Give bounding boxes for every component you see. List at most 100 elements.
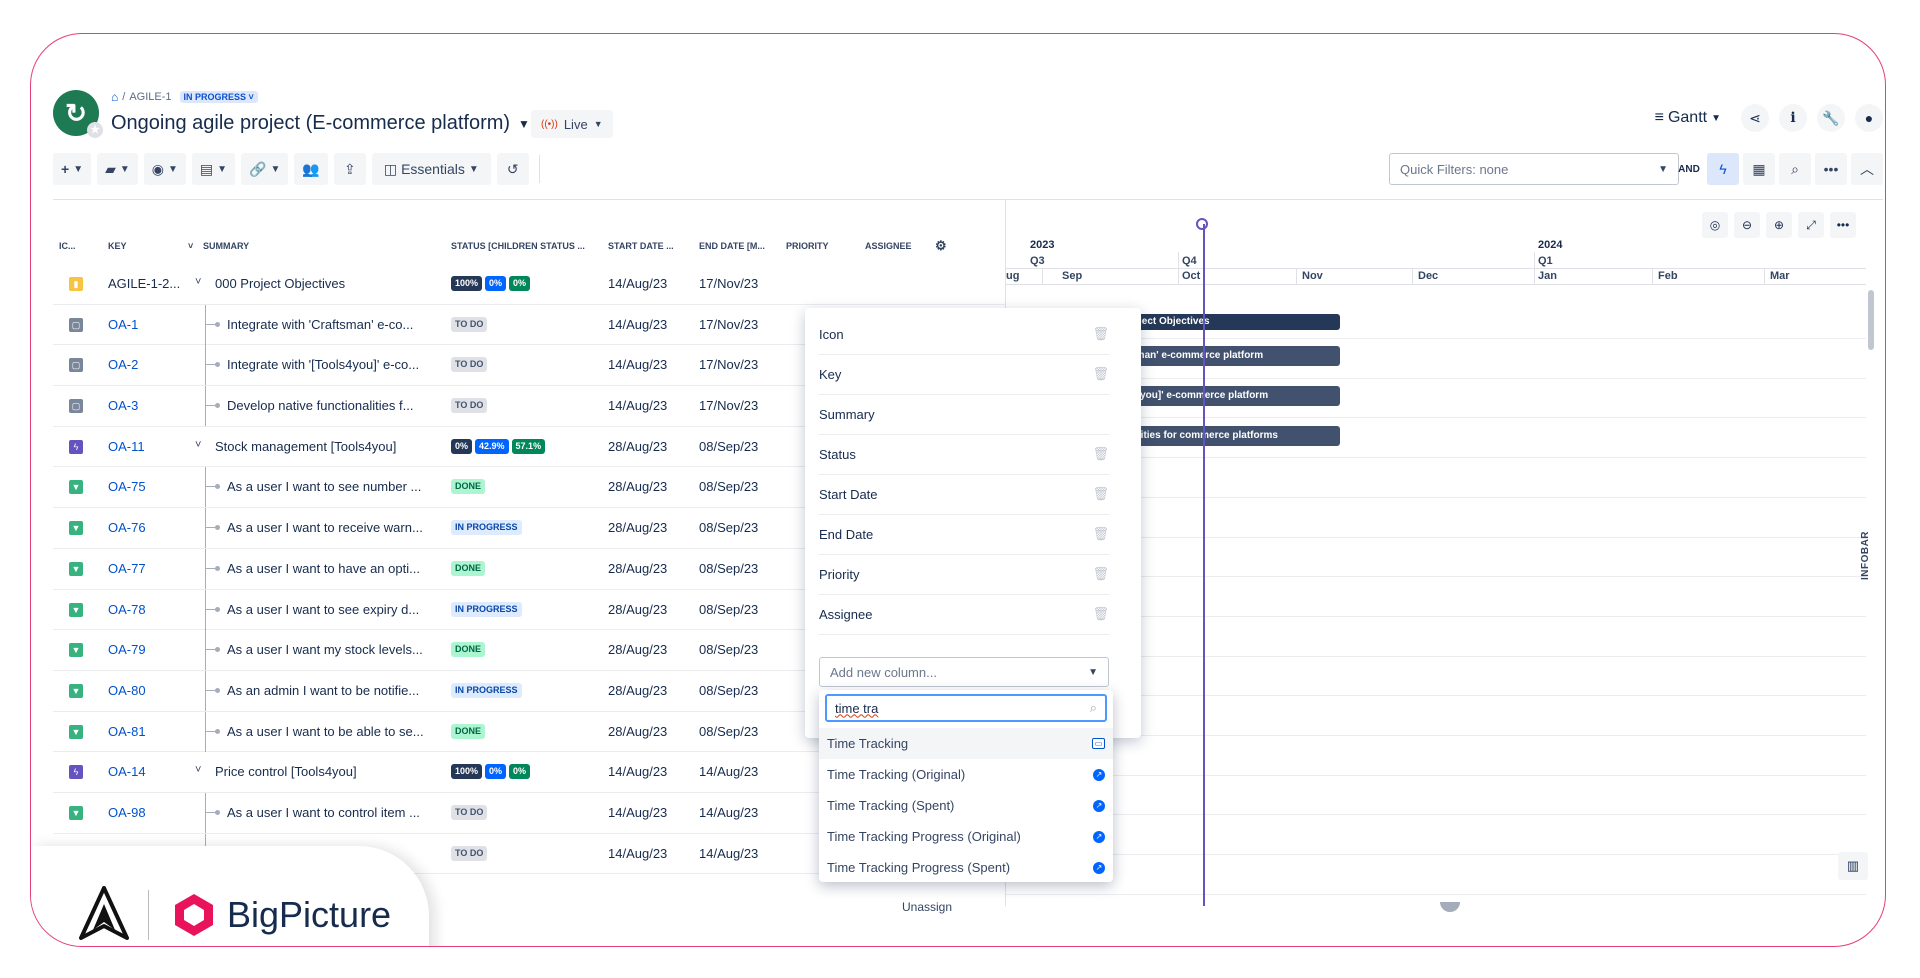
start-date[interactable]: 28/Aug/23 [608,479,667,494]
start-date[interactable]: 28/Aug/23 [608,683,667,698]
status-badge[interactable]: 0% [509,764,531,780]
zoom-in-icon[interactable]: ⊕ [1766,212,1792,238]
end-date[interactable]: 08/Sep/23 [699,724,758,739]
dropdown-option[interactable]: Time Tracking Progress (Original) ↗ [819,821,1113,852]
col-header-end[interactable]: END DATE [M... [699,241,765,251]
col-header-summary[interactable]: SUMMARY [203,241,249,251]
issue-summary[interactable]: Develop native functionalities f... [227,398,427,413]
issue-key[interactable]: OA-98 [108,805,146,820]
issue-summary[interactable]: As a user I want to control item ... [227,805,427,820]
target-icon[interactable]: ◎ [1702,212,1728,238]
trash-icon[interactable]: 🗑 [1092,446,1109,462]
start-date[interactable]: 14/Aug/23 [608,805,667,820]
issue-key[interactable]: OA-79 [108,642,146,657]
more-button[interactable]: ••• [1815,153,1847,185]
more-icon[interactable]: ••• [1830,212,1856,238]
issue-summary[interactable]: As a user I want to receive warn... [227,520,427,535]
issue-key[interactable]: AGILE-1-2... [108,276,180,291]
expand-icon[interactable]: ⤢ [1798,212,1824,238]
status-badge[interactable]: DONE [451,642,486,658]
end-date[interactable]: 08/Sep/23 [699,520,758,535]
status-badge[interactable]: IN PROGRESS [451,520,522,536]
status-badge[interactable]: 0% [485,764,507,780]
issue-key[interactable]: OA-75 [108,479,146,494]
favorite-star-icon[interactable]: ★ [87,122,103,138]
issue-summary[interactable]: As an admin I want to be notifie... [227,683,427,698]
col-header-key[interactable]: KEY [108,241,127,251]
trash-icon[interactable]: 🗑 [1092,326,1109,342]
status-badge[interactable]: 100% [451,276,483,291]
lightning-button[interactable]: ϟ [1707,153,1739,185]
issue-key[interactable]: OA-14 [108,764,146,779]
issue-summary[interactable]: As a user I want to have an opti... [227,561,427,576]
status-badge[interactable]: TO DO [451,804,488,820]
and-toggle[interactable]: AND [1675,164,1703,175]
link-button[interactable]: 🔗 ▼ [241,153,289,185]
wrench-icon[interactable]: 🔧 [1817,104,1845,132]
project-avatar[interactable]: ↻ ★ [53,90,103,138]
chevron-down-icon[interactable]: ˅ [188,241,193,251]
start-date[interactable]: 28/Aug/23 [608,602,667,617]
chevron-down-icon[interactable]: ˅ [195,439,201,451]
issue-key[interactable]: OA-11 [108,439,145,454]
col-header-start[interactable]: START DATE ... [608,241,674,251]
trash-icon[interactable]: 🗑 [1092,366,1109,382]
calendar-button[interactable]: ▦ [1743,153,1775,185]
end-date[interactable]: 14/Aug/23 [699,764,758,779]
start-date[interactable]: 28/Aug/23 [608,724,667,739]
dropdown-option[interactable]: Time Tracking (Original) ↗ [819,759,1113,790]
end-date[interactable]: 14/Aug/23 [699,846,758,861]
status-badge[interactable]: TO DO [451,845,488,861]
start-date[interactable]: 28/Aug/23 [608,561,667,576]
column-settings-gear-icon[interactable]: ⚙ [935,238,947,254]
table-row[interactable]: ▮ AGILE-1-2... ˅ 000 Project Objectives 100%… [53,264,1005,305]
folder-button[interactable]: ▰ ▼ [97,153,138,185]
add-column-select[interactable]: Add new column... ▼ [819,657,1109,687]
visibility-button[interactable]: ◉ ▼ [143,153,186,185]
column-search-input[interactable]: time tra ⌕ [825,694,1107,722]
status-badge[interactable]: DONE [451,723,486,739]
issue-key[interactable]: OA-77 [108,561,146,576]
column-item-end-date[interactable]: End Date 🗑 [819,514,1109,555]
start-date[interactable]: 28/Aug/23 [608,520,667,535]
quick-filters-select[interactable]: Quick Filters: none ▼ [1389,153,1679,185]
chevron-down-icon[interactable]: ˅ [195,276,201,288]
start-date[interactable]: 14/Aug/23 [608,398,667,413]
status-badge[interactable]: 0% [451,438,473,454]
home-icon[interactable]: ⌂ [111,90,118,104]
end-date[interactable]: 17/Nov/23 [699,276,758,291]
issue-key[interactable]: OA-2 [108,357,138,372]
start-date[interactable]: 14/Aug/23 [608,764,667,779]
project-title[interactable]: Ongoing agile project (E-commerce platfo… [111,112,530,135]
issue-summary[interactable]: As a user I want to see expiry d... [227,602,427,617]
issue-key[interactable]: OA-80 [108,683,146,698]
end-date[interactable]: 08/Sep/23 [699,561,758,576]
issue-key[interactable]: OA-76 [108,520,146,535]
status-badge[interactable]: 57.1% [511,438,546,454]
start-date[interactable]: 28/Aug/23 [608,439,667,454]
issue-summary[interactable]: Integrate with 'Craftsman' e-co... [227,317,427,332]
end-date[interactable]: 08/Sep/23 [699,642,758,657]
start-date[interactable]: 28/Aug/23 [608,642,667,657]
end-date[interactable]: 08/Sep/23 [699,439,758,454]
trash-icon[interactable]: 🗑 [1092,526,1109,542]
start-date[interactable]: 14/Aug/23 [608,846,667,861]
share-icon[interactable]: ⋖ [1741,104,1769,132]
start-date[interactable]: 14/Aug/23 [608,276,667,291]
issue-summary[interactable]: As a user I want my stock levels... [227,642,427,657]
column-item-summary[interactable]: Summary [819,394,1109,435]
issue-summary[interactable]: Stock management [Tools4you] [215,439,445,454]
status-badge[interactable]: TO DO [451,398,488,414]
issue-summary[interactable]: As a user I want to be able to se... [227,724,427,739]
issue-key[interactable]: OA-1 [108,317,138,332]
status-badge[interactable]: 100% [451,764,483,780]
collapse-button[interactable]: ︿ [1851,153,1883,185]
info-icon[interactable]: i [1779,104,1807,132]
status-badge[interactable]: 42.9% [475,438,509,454]
issue-key[interactable]: OA-3 [108,398,138,413]
issue-key[interactable]: OA-81 [108,724,146,739]
end-date[interactable]: 17/Nov/23 [699,398,758,413]
end-date[interactable]: 08/Sep/23 [699,602,758,617]
export-button[interactable]: ⇪ [333,153,366,185]
breadcrumb-status-badge[interactable]: IN PROGRESS ˅ [179,91,258,103]
